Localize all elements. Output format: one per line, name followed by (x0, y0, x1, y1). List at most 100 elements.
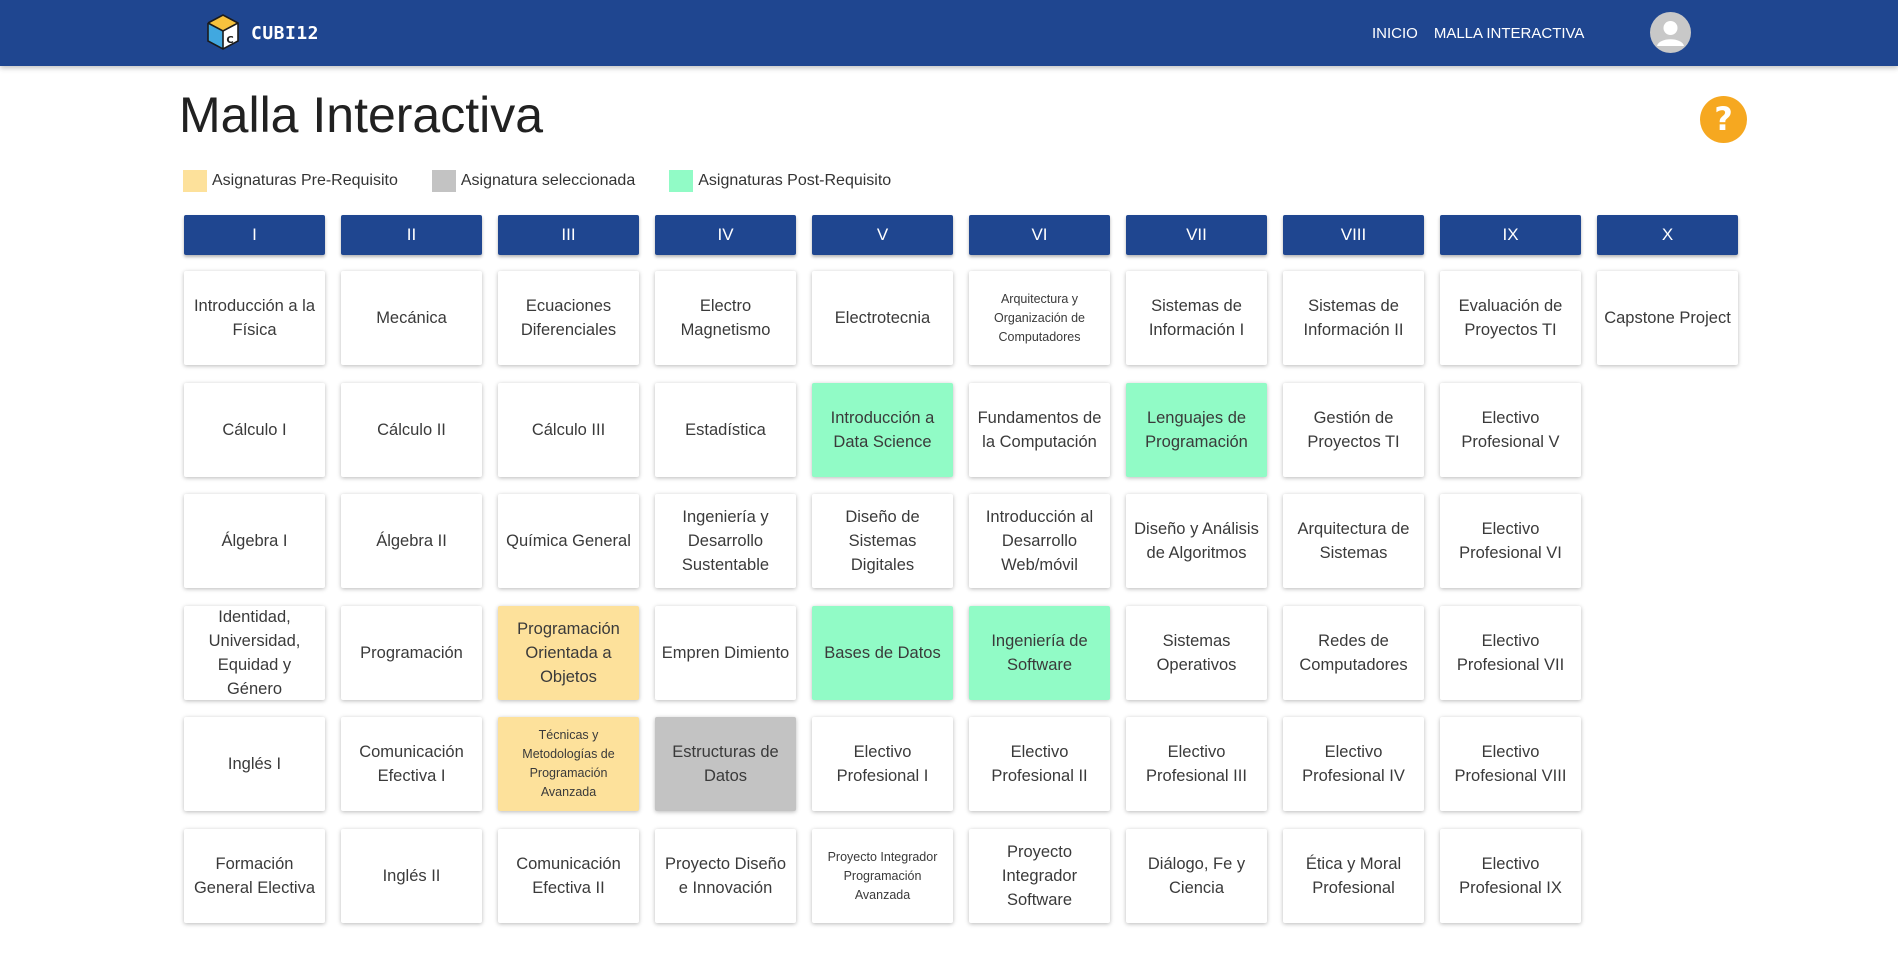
svg-text:C: C (226, 35, 233, 46)
course-card[interactable]: Arquitectura de Sistemas (1283, 494, 1424, 588)
course-card[interactable]: Sistemas de Información II (1283, 271, 1424, 365)
course-card[interactable]: Diseño de Sistemas Digitales (812, 494, 953, 588)
course-card[interactable]: Electivo Profesional I (812, 717, 953, 811)
course-card[interactable]: Electivo Profesional IV (1283, 717, 1424, 811)
legend-swatch-selected (431, 170, 456, 192)
course-card[interactable]: Sistemas Operativos (1126, 606, 1267, 700)
course-card[interactable]: Redes de Computadores (1283, 606, 1424, 700)
course-name: Identidad, Universidad, Equidad y Género (208, 608, 301, 698)
course-name: Cálculo III (531, 421, 606, 439)
legend-item-post: Asignaturas Post-Requisito (669, 170, 891, 192)
help-button[interactable]: ? (1700, 96, 1747, 143)
course-card[interactable]: Comunicación Efectiva I (341, 717, 482, 811)
course-card[interactable]: Sistemas de Información I (1126, 271, 1267, 365)
course-card[interactable]: Técnicas y Metodologías de Programación … (498, 717, 639, 811)
nav-malla-link[interactable]: MALLA INTERACTIVA (1434, 25, 1585, 42)
course-card[interactable]: Inglés II (341, 829, 482, 923)
course-name: Programación Orientada a Objetos (517, 620, 620, 686)
course-card[interactable]: Electivo Profesional VI (1440, 494, 1581, 588)
course-card[interactable]: Programación Orientada a Objetos (498, 606, 639, 700)
course-name: Proyecto Integrador Software (1001, 843, 1078, 909)
svg-text:?: ? (1714, 100, 1733, 138)
course-card[interactable]: Arquitectura y Organización de Computado… (969, 271, 1110, 365)
course-card[interactable]: Cálculo III (498, 383, 639, 477)
semester-header: V (812, 215, 953, 255)
course-card[interactable]: Evaluación de Proyectos TI (1440, 271, 1581, 365)
course-card[interactable]: Mecánica (341, 271, 482, 365)
course-card[interactable]: Electivo Profesional VIII (1440, 717, 1581, 811)
course-card[interactable]: Inglés I (184, 717, 325, 811)
course-card[interactable]: Electivo Profesional III (1126, 717, 1267, 811)
course-card[interactable]: Álgebra I (184, 494, 325, 588)
course-name: Ingeniería y Desarrollo Sustentable (681, 508, 770, 574)
course-card[interactable]: Lenguajes de Programación (1126, 383, 1267, 477)
nav-links: INICIO MALLA INTERACTIVA (1372, 0, 1584, 66)
course-card[interactable]: Introducción al Desarrollo Web/móvil (969, 494, 1110, 588)
course-name: Cálculo II (377, 421, 446, 439)
course-card[interactable]: Ética y Moral Profesional (1283, 829, 1424, 923)
course-card[interactable]: Electivo Profesional V (1440, 383, 1581, 477)
semester-header: III (498, 215, 639, 255)
course-card[interactable]: Electivo Profesional II (969, 717, 1110, 811)
semester-header: II (341, 215, 482, 255)
course-card[interactable]: Estructuras de Datos (655, 717, 796, 811)
app-name: CUBI12 (251, 22, 320, 44)
course-name: Inglés II (382, 867, 441, 885)
course-name: Electivo Profesional II (991, 743, 1088, 785)
course-card[interactable]: Química General (498, 494, 639, 588)
semester-header: IV (655, 215, 796, 255)
legend-swatch-pre (183, 170, 207, 192)
course-name: Capstone Project (1604, 309, 1731, 327)
page-title: Malla Interactiva (179, 87, 544, 143)
course-card[interactable]: Cálculo I (184, 383, 325, 477)
semester-header: VII (1126, 215, 1267, 255)
course-name: Inglés I (227, 755, 282, 773)
course-name: Introducción a Data Science (830, 409, 935, 451)
course-name: Electrotecnia (834, 309, 931, 327)
nav-inicio-link[interactable]: INICIO (1372, 25, 1418, 42)
course-card[interactable]: Comunicación Efectiva II (498, 829, 639, 923)
course-card[interactable]: Proyecto Diseño e Innovación (655, 829, 796, 923)
course-card[interactable]: Diseño y Análisis de Algoritmos (1126, 494, 1267, 588)
legend-label-selected: Asignatura seleccionada (460, 172, 636, 189)
course-card[interactable]: Cálculo II (341, 383, 482, 477)
user-avatar-icon[interactable] (1650, 12, 1691, 53)
course-name: Comunicación Efectiva II (516, 855, 621, 897)
semester-header: I (184, 215, 325, 255)
course-card[interactable]: Ecuaciones Diferenciales (498, 271, 639, 365)
course-card[interactable]: Formación General Electiva (184, 829, 325, 923)
course-name: Cálculo I (222, 421, 287, 439)
course-card[interactable]: Electrotecnia (812, 271, 953, 365)
course-name: Ingeniería de Software (991, 632, 1088, 674)
course-card[interactable]: Ingeniería y Desarrollo Sustentable (655, 494, 796, 588)
brand[interactable]: C CUBI12 (205, 10, 319, 56)
course-name: Programación (360, 644, 463, 662)
course-card[interactable]: Bases de Datos (812, 606, 953, 700)
course-card[interactable]: Electro Magnetismo (655, 271, 796, 365)
course-card[interactable]: Electivo Profesional IX (1440, 829, 1581, 923)
course-card[interactable]: Diálogo, Fe y Ciencia (1126, 829, 1267, 923)
course-card[interactable]: Gestión de Proyectos TI (1283, 383, 1424, 477)
course-name: Electivo Profesional VII (1456, 632, 1565, 674)
course-card[interactable]: Electivo Profesional VII (1440, 606, 1581, 700)
course-name: Electivo Profesional I (836, 743, 929, 785)
course-card[interactable]: Proyecto Integrador Programación Avanzad… (812, 829, 953, 923)
course-card[interactable]: Identidad, Universidad, Equidad y Género (184, 606, 325, 700)
legend-label-pre: Asignaturas Pre-Requisito (212, 172, 398, 189)
course-card[interactable]: Capstone Project (1597, 271, 1738, 365)
course-name: Electivo Profesional IV (1302, 743, 1405, 785)
course-name: Técnicas y Metodologías de Programación … (522, 728, 615, 799)
semester-header: X (1597, 215, 1738, 255)
course-card[interactable]: Ingeniería de Software (969, 606, 1110, 700)
course-card[interactable]: Introducción a la Física (184, 271, 325, 365)
course-card[interactable]: Programación (341, 606, 482, 700)
course-card[interactable]: Proyecto Integrador Software (969, 829, 1110, 923)
course-card[interactable]: Álgebra II (341, 494, 482, 588)
course-card[interactable]: Fundamentos de la Computación (969, 383, 1110, 477)
course-name: Electivo Profesional V (1461, 409, 1560, 451)
course-card[interactable]: Estadística (655, 383, 796, 477)
course-card[interactable]: Introducción a Data Science (812, 383, 953, 477)
course-card[interactable]: Empren Dimiento (655, 606, 796, 700)
course-name: Bases de Datos (824, 644, 941, 662)
course-name: Electro Magnetismo (680, 297, 771, 339)
